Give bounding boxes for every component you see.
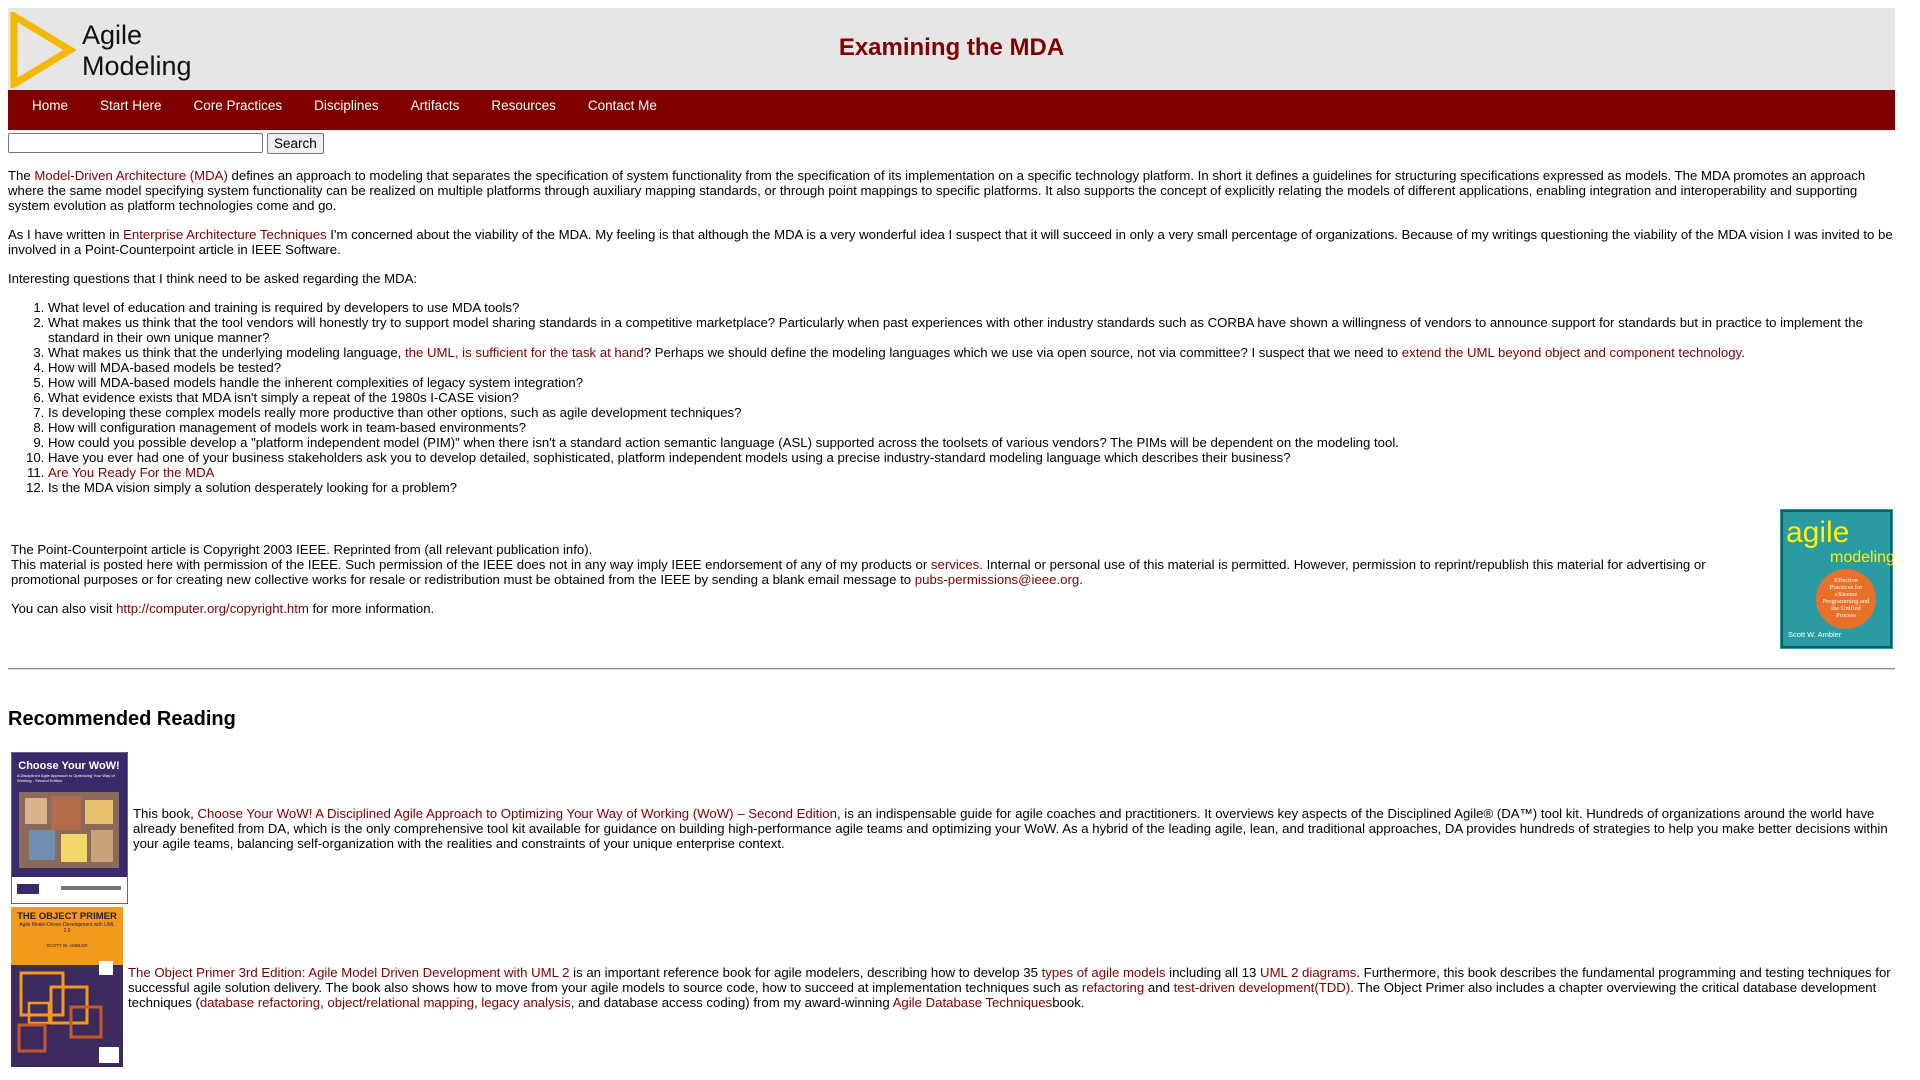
intro-paragraph: The Model-Driven Architecture (MDA) defi… <box>8 168 1895 213</box>
intro-text-2: defines an approach to modeling that sep… <box>8 168 1866 213</box>
computer-org-link[interactable]: http://computer.org/copyright.htm <box>116 601 309 616</box>
tdd-link[interactable]: test-driven development(TDD) <box>1174 980 1351 995</box>
site-header: Agile Modeling Examining the MDA <box>8 8 1895 90</box>
question-item: Is the MDA vision simply a solution desp… <box>48 480 1895 495</box>
intro-text-1: The <box>8 168 35 183</box>
primer-cover-title: THE OBJECT PRIMER <box>17 911 117 922</box>
section-divider <box>8 668 1895 670</box>
copyright-text-a: This material is posted here with permis… <box>11 557 931 572</box>
wow-text-1: This book, <box>133 805 198 821</box>
page-title: Examining the MDA <box>838 34 1065 61</box>
search-bar: Search <box>8 132 1895 154</box>
wow-link[interactable]: Choose Your WoW! A Disciplined Agile App… <box>198 806 837 821</box>
book-agile-subtitle: Effective Practices for eXtreme Programm… <box>1822 577 1870 619</box>
question-item: How will configuration management of mod… <box>48 420 1895 435</box>
primer-cover-subtitle: Agile Model-Driven Development with UML … <box>19 922 115 934</box>
extend-uml-link[interactable]: extend the UML beyond object and compone… <box>1402 345 1741 360</box>
database-refactoring-link[interactable]: database refactoring <box>200 995 320 1010</box>
question-item: How could you possible develop a "platfo… <box>48 435 1895 450</box>
agile-modeling-book-cover[interactable]: agile modeling Effective Practices for e… <box>1780 509 1893 649</box>
question-item: How will MDA-based models be tested? <box>48 360 1895 375</box>
nav-contact-me[interactable]: Contact Me <box>572 90 673 113</box>
wow-description: This book, Choose Your WoW! A Discipline… <box>133 806 1895 851</box>
nav-disciplines[interactable]: Disciplines <box>298 90 395 113</box>
visit-text-a: You can also visit <box>11 601 117 616</box>
question-item: Are You Ready For the MDA <box>48 465 1895 480</box>
enterprise-architecture-link[interactable]: Enterprise Architecture Techniques <box>123 227 327 242</box>
question-item: Is developing these complex models reall… <box>48 405 1895 420</box>
mda-link[interactable]: Model-Driven Architecture (MDA) <box>34 168 227 183</box>
search-button[interactable]: Search <box>267 132 324 154</box>
uml-sufficient-link[interactable]: the UML, is sufficient for the task at h… <box>405 345 644 360</box>
uml2-diagrams-link[interactable]: UML 2 diagrams <box>1260 965 1356 980</box>
q3-text-3: . <box>1741 345 1745 360</box>
primer-text-8: , and database access coding) from my aw… <box>570 994 893 1010</box>
q3-text-1: What makes us think that the underlying … <box>48 345 406 360</box>
wow-cover-subtitle: A Disciplined Agile Approach to Optimizi… <box>17 773 115 783</box>
nav-artifacts[interactable]: Artifacts <box>395 90 476 113</box>
para2-text-1: As I have written in <box>8 227 124 242</box>
question-item: How will MDA-based models handle the inh… <box>48 375 1895 390</box>
nav-resources[interactable]: Resources <box>475 90 572 113</box>
search-input[interactable] <box>8 133 263 153</box>
copyright-text: The Point-Counterpoint article is Copyri… <box>11 542 1731 616</box>
copyright-section: The Point-Counterpoint article is Copyri… <box>8 509 1895 659</box>
agile-models-link[interactable]: types of agile models <box>1042 965 1166 980</box>
nav-home[interactable]: Home <box>16 90 84 113</box>
primer-text-4: and <box>1144 979 1174 995</box>
nav-core-practices[interactable]: Core Practices <box>178 90 299 113</box>
book-agile-author: Scott W. Ambler <box>1788 630 1842 639</box>
ieee-email-link[interactable]: pubs-permissions@ieee.org <box>915 572 1079 587</box>
choose-your-wow-cover[interactable]: Choose Your WoW! A Disciplined Agile App… <box>11 752 128 904</box>
page: Agile Modeling Examining the MDA Home St… <box>8 8 1895 1067</box>
refactoring-link[interactable]: refactoring <box>1082 980 1144 995</box>
viability-paragraph: As I have written in Enterprise Architec… <box>8 227 1895 257</box>
question-item: What evidence exists that MDA isn't simp… <box>48 390 1895 405</box>
primer-text-9: book. <box>1052 994 1085 1010</box>
main-nav: Home Start Here Core Practices Disciplin… <box>8 90 1895 130</box>
copyright-line2: This material is posted here with permis… <box>11 557 1731 587</box>
book-agile-title1: agile <box>1786 516 1849 549</box>
questions-intro: Interesting questions that I think need … <box>8 271 418 286</box>
agile-database-techniques-link[interactable]: Agile Database Techniques <box>893 995 1053 1010</box>
ready-for-mda-link[interactable]: Are You Ready For the MDA <box>48 465 214 480</box>
legacy-analysis-link[interactable]: legacy analysis <box>481 995 570 1010</box>
wow-cover-title: Choose Your WoW! <box>18 760 119 772</box>
q3-text-2: ? Perhaps we should define the modeling … <box>643 345 1402 360</box>
recommended-book-object-primer: THE OBJECT PRIMER Agile Model-Driven Dev… <box>11 907 1895 1067</box>
question-item: Have you ever had one of your business s… <box>48 450 1895 465</box>
questions-list: What level of education and training is … <box>8 300 1895 495</box>
primer-text-2: including all 13 <box>1165 964 1261 980</box>
copyright-line1: The Point-Counterpoint article is Copyri… <box>11 542 593 557</box>
nav-start-here[interactable]: Start Here <box>84 90 178 113</box>
object-primer-link[interactable]: The Object Primer 3rd Edition: Agile Mod… <box>128 965 569 980</box>
visit-text-b: for more information. <box>308 601 435 616</box>
or-mapping-link[interactable]: object/relational mapping <box>327 995 474 1010</box>
recommended-reading-heading: Recommended Reading <box>8 708 236 730</box>
services-link[interactable]: services <box>931 557 979 572</box>
question-item: What makes us think that the underlying … <box>48 345 1895 360</box>
object-primer-cover[interactable]: THE OBJECT PRIMER Agile Model-Driven Dev… <box>11 907 123 1067</box>
question-item: What level of education and training is … <box>48 300 1895 315</box>
book-agile-title2: modeling <box>1830 549 1893 566</box>
copyright-text-c: . <box>1079 572 1083 587</box>
primer-description: The Object Primer 3rd Edition: Agile Mod… <box>128 965 1895 1010</box>
recommended-book-choose-your-wow: Choose Your WoW! A Disciplined Agile App… <box>11 751 1895 905</box>
question-item: What makes us think that the tool vendor… <box>48 315 1895 345</box>
primer-cover-author: SCOTT W. AMBLER <box>46 943 88 948</box>
primer-text-1: is an important reference book for agile… <box>569 964 1042 980</box>
copyright-visit: You can also visit http://computer.org/c… <box>11 601 1731 616</box>
